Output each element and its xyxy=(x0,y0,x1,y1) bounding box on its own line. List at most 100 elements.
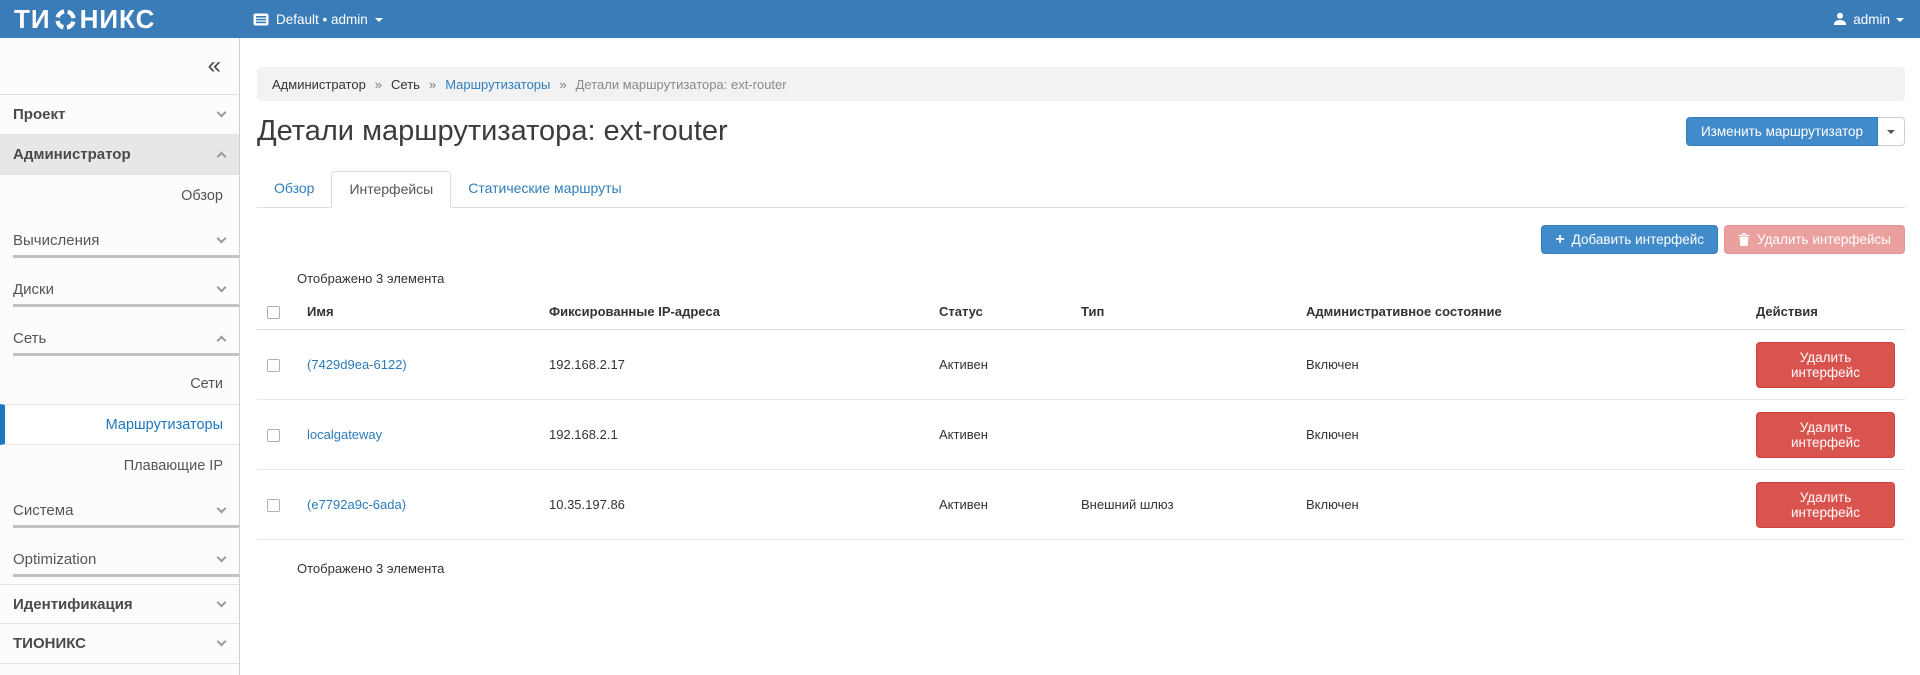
col-header-actions: Действия xyxy=(1746,295,1905,330)
table-header-row: Имя Фиксированные IP-адреса Статус Тип А… xyxy=(257,295,1905,330)
interface-name-link[interactable]: (7429d9ea-6122) xyxy=(307,357,407,372)
sidebar-group-system[interactable]: Система xyxy=(0,486,239,535)
breadcrumb-separator: » xyxy=(559,77,566,92)
edit-router-split-button: Изменить маршрутизатор xyxy=(1686,117,1905,146)
table-row: (7429d9ea-6122) 192.168.2.17 Активен Вкл… xyxy=(257,330,1905,400)
context-switcher-icon xyxy=(253,13,269,26)
sidebar-item-overview[interactable]: Обзор xyxy=(0,175,239,216)
top-navbar: ТИ НИКС Default • admin admin xyxy=(0,0,1920,38)
row-checkbox[interactable] xyxy=(267,429,280,442)
edit-router-button[interactable]: Изменить маршрутизатор xyxy=(1686,117,1878,146)
sidebar-item-label: Система xyxy=(13,502,73,519)
sidebar-group-optimization[interactable]: Optimization xyxy=(0,535,239,584)
chevron-down-icon xyxy=(217,597,227,607)
chevron-down-icon xyxy=(217,504,227,514)
sidebar-item-label: Идентификация xyxy=(13,596,133,613)
sidebar-group-network[interactable]: Сеть xyxy=(0,314,239,363)
col-header-fixed-ips: Фиксированные IP-адреса xyxy=(539,295,929,330)
context-switcher[interactable]: Default • admin xyxy=(253,12,383,27)
cell-type xyxy=(1071,330,1296,400)
cell-status: Активен xyxy=(929,330,1071,400)
sidebar-item-routers[interactable]: Маршрутизаторы xyxy=(0,404,239,445)
delete-interfaces-button[interactable]: Удалить интерфейсы xyxy=(1724,225,1905,254)
breadcrumb-separator: » xyxy=(375,77,382,92)
chevron-down-icon xyxy=(217,108,227,118)
col-header-type: Тип xyxy=(1071,295,1296,330)
delete-interface-button[interactable]: Удалить интерфейс xyxy=(1756,412,1895,458)
sidebar-item-tionix[interactable]: ТИОНИКС xyxy=(0,624,239,664)
chevron-down-icon xyxy=(217,283,227,293)
page-title: Детали маршрутизатора: ext-router xyxy=(257,114,728,148)
table-actions: + Добавить интерфейс Удалить интерфейсы xyxy=(257,225,1905,254)
sidebar-item-label: Обзор xyxy=(181,188,223,204)
items-displayed-top: Отображено 3 элемента xyxy=(297,271,1905,286)
col-header-admin-state: Административное состояние xyxy=(1296,295,1746,330)
breadcrumb-separator: » xyxy=(429,77,436,92)
add-interface-button[interactable]: + Добавить интерфейс xyxy=(1541,225,1718,254)
sidebar: « Проект Администратор Обзор Вычисления … xyxy=(0,38,240,675)
user-icon xyxy=(1833,12,1847,26)
sidebar-item-label: Маршрутизаторы xyxy=(106,417,223,433)
row-checkbox[interactable] xyxy=(267,499,280,512)
delete-interface-button[interactable]: Удалить интерфейс xyxy=(1756,342,1895,388)
delete-interface-button[interactable]: Удалить интерфейс xyxy=(1756,482,1895,528)
breadcrumb-item-routers[interactable]: Маршрутизаторы xyxy=(445,77,550,92)
sidebar-item-label: Вычисления xyxy=(13,232,99,249)
tab-overview[interactable]: Обзор xyxy=(257,171,331,208)
sidebar-group-volumes[interactable]: Диски xyxy=(0,265,239,314)
interface-name-link[interactable]: localgateway xyxy=(307,427,382,442)
cell-status: Активен xyxy=(929,400,1071,470)
interface-name-link[interactable]: (e7792a9c-6ada) xyxy=(307,497,406,512)
sidebar-group-compute[interactable]: Вычисления xyxy=(0,216,239,265)
sidebar-item-identity[interactable]: Идентификация xyxy=(0,584,239,624)
context-switcher-label: Default • admin xyxy=(276,12,368,27)
col-header-status: Статус xyxy=(929,295,1071,330)
breadcrumb-item-network: Сеть xyxy=(391,77,420,92)
sidebar-item-admin[interactable]: Администратор xyxy=(0,135,239,175)
cell-fixed-ips: 192.168.2.17 xyxy=(539,330,929,400)
breadcrumb-item-admin: Администратор xyxy=(272,77,366,92)
plus-icon: + xyxy=(1555,233,1564,246)
sidebar-item-label: Администратор xyxy=(13,146,131,163)
chevron-down-icon xyxy=(217,553,227,563)
tab-static-routes[interactable]: Статические маршруты xyxy=(451,171,638,208)
cell-fixed-ips: 192.168.2.1 xyxy=(539,400,929,470)
delete-interfaces-label: Удалить интерфейсы xyxy=(1757,232,1891,247)
edit-router-dropdown-toggle[interactable] xyxy=(1878,117,1905,146)
chevron-down-icon xyxy=(375,18,383,22)
sidebar-item-floating-ips[interactable]: Плавающие IP xyxy=(0,445,239,486)
collapse-icon: « xyxy=(208,52,221,80)
row-checkbox[interactable] xyxy=(267,359,280,372)
cell-admin-state: Включен xyxy=(1296,400,1746,470)
chevron-down-icon xyxy=(217,234,227,244)
sidebar-item-label: Сеть xyxy=(13,330,46,347)
table-row: (e7792a9c-6ada) 10.35.197.86 Активен Вне… xyxy=(257,470,1905,540)
table-row: localgateway 192.168.2.1 Активен Включен… xyxy=(257,400,1905,470)
chevron-up-icon xyxy=(217,336,227,346)
chevron-down-icon xyxy=(217,637,227,647)
sidebar-collapse-button[interactable]: « xyxy=(0,38,239,95)
cell-status: Активен xyxy=(929,470,1071,540)
sidebar-item-project[interactable]: Проект xyxy=(0,95,239,135)
breadcrumb: Администратор » Сеть » Маршрутизаторы » … xyxy=(257,67,1905,101)
tionix-logo: ТИ НИКС xyxy=(0,0,240,38)
cell-type: Внешний шлюз xyxy=(1071,470,1296,540)
select-all-checkbox[interactable] xyxy=(267,306,280,319)
col-header-name: Имя xyxy=(297,295,539,330)
logo-text-right: НИКС xyxy=(80,0,156,38)
chevron-up-icon xyxy=(217,152,227,162)
sidebar-item-networks[interactable]: Сети xyxy=(0,363,239,404)
page-header: Детали маршрутизатора: ext-router Измени… xyxy=(257,114,1905,156)
detail-tabs: Обзор Интерфейсы Статические маршруты xyxy=(257,171,1905,208)
chevron-down-icon xyxy=(1896,18,1904,22)
tab-interfaces[interactable]: Интерфейсы xyxy=(331,171,451,208)
sidebar-item-label: Диски xyxy=(13,281,54,298)
add-interface-label: Добавить интерфейс xyxy=(1572,232,1704,247)
cell-fixed-ips: 10.35.197.86 xyxy=(539,470,929,540)
chevron-down-icon xyxy=(1887,130,1895,134)
sidebar-item-label: Сети xyxy=(190,376,223,392)
sidebar-item-label: ТИОНИКС xyxy=(13,635,86,652)
breadcrumb-item-current: Детали маршрутизатора: ext-router xyxy=(576,77,787,92)
user-menu[interactable]: admin xyxy=(1833,12,1920,27)
sidebar-item-label: Проект xyxy=(13,106,65,123)
